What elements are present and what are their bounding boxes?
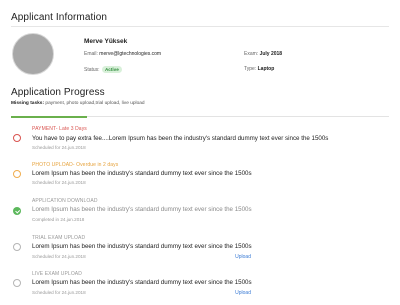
status-label: Status: bbox=[84, 67, 100, 73]
upload-link[interactable]: Upload bbox=[235, 290, 251, 296]
status-circle-icon[interactable] bbox=[13, 279, 21, 287]
avatar bbox=[12, 33, 54, 75]
missing-tasks-label: Missing tasks: bbox=[11, 101, 45, 106]
task-date: Scheduled for 24.jun.2018 bbox=[32, 254, 86, 259]
task-item-application-download: APPLICATION DOWNLOAD Lorem Ipsum has bee… bbox=[0, 196, 400, 232]
task-label: PHOTO UPLOAD- Overdue in 2 days bbox=[32, 162, 119, 168]
task-description: Lorem Ipsum has been the industry's stan… bbox=[32, 170, 252, 177]
type-label: Type: bbox=[244, 66, 257, 72]
status-row: Status: Active bbox=[84, 66, 122, 73]
exam-label: Exam: bbox=[244, 51, 259, 57]
task-label: LIVE EXAM UPLOAD bbox=[32, 271, 82, 277]
task-description: You have to pay extra fee....Lorem Ipsum… bbox=[32, 135, 329, 142]
task-date: Scheduled for 24.jun.2018 bbox=[32, 145, 86, 150]
exam-row: Exam: July 2018 bbox=[244, 51, 282, 57]
task-label: TRIAL EXAM UPLOAD bbox=[32, 235, 86, 241]
task-item-trial-exam-upload: TRIAL EXAM UPLOAD Lorem Ipsum has been t… bbox=[0, 233, 400, 269]
task-date: Scheduled for 24.jun.2018 bbox=[32, 290, 86, 295]
task-description: Lorem Ipsum has been the industry's stan… bbox=[32, 279, 252, 286]
status-circle-icon[interactable] bbox=[13, 243, 21, 251]
missing-tasks-value: payment, photo upload,trial upload, live… bbox=[44, 101, 145, 106]
task-date: Scheduled for 24.jun.2018 bbox=[32, 180, 86, 185]
upload-link[interactable]: Upload bbox=[235, 254, 251, 260]
task-description: Lorem Ipsum has been the industry's stan… bbox=[32, 206, 252, 213]
progress-bar bbox=[11, 115, 389, 118]
status-circle-icon[interactable] bbox=[13, 134, 21, 142]
status-badge: Active bbox=[101, 66, 122, 73]
progress-bar-fill bbox=[11, 115, 87, 118]
missing-tasks: Missing tasks: payment, photo upload,tri… bbox=[11, 101, 145, 106]
task-description: Lorem Ipsum has been the industry's stan… bbox=[32, 243, 252, 250]
divider bbox=[11, 26, 389, 27]
task-item-payment: PAYMENT- Late 3 Days You have to pay ext… bbox=[0, 124, 400, 160]
email-label: Email: bbox=[84, 51, 98, 57]
status-circle-icon[interactable] bbox=[13, 170, 21, 178]
section-title: Application Progress bbox=[11, 87, 105, 98]
task-date: Completed in 24.jun.2018 bbox=[32, 217, 85, 222]
applicant-name: Merve Yüksek bbox=[84, 38, 128, 45]
page-title: Applicant Information bbox=[11, 12, 108, 23]
task-label: PAYMENT- Late 3 Days bbox=[32, 126, 87, 132]
task-label: APPLICATION DOWNLOAD bbox=[32, 198, 98, 204]
check-circle-icon bbox=[13, 207, 21, 215]
task-item-photo-upload: PHOTO UPLOAD- Overdue in 2 days Lorem Ip… bbox=[0, 160, 400, 196]
email-value: merve@lgtechnologies.com bbox=[99, 51, 162, 57]
type-value: Laptop bbox=[257, 66, 275, 72]
type-row: Type: Laptop bbox=[244, 66, 274, 72]
email-row: Email: merve@lgtechnologies.com bbox=[84, 51, 161, 57]
exam-value: July 2018 bbox=[259, 51, 283, 57]
